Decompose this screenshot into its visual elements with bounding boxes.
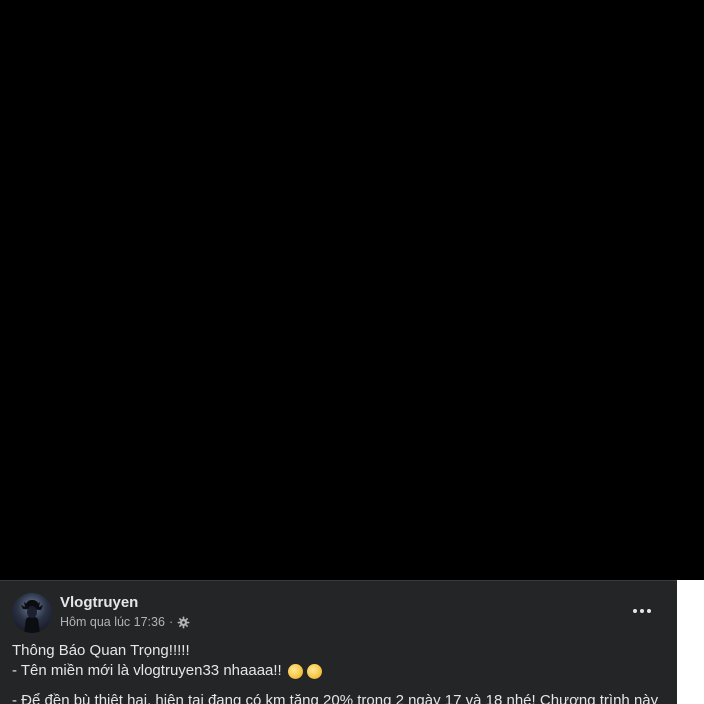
post-card: Vlogtruyen Hôm qua lúc 17:36 · Thông Báo… [0,580,677,704]
avatar[interactable] [12,593,52,633]
more-horizontal-icon-dot [640,609,644,613]
gear-icon[interactable] [177,616,190,629]
more-horizontal-icon [633,609,637,613]
post-meta: Hôm qua lúc 17:36 · [60,615,190,629]
more-options-button[interactable] [626,595,658,627]
more-horizontal-icon-dot [647,609,651,613]
post-line-text: - Để đền bù thiệt hại, hiện tại đang có … [12,692,659,704]
meta-separator: · [168,615,174,629]
post-line-text: - Tên miền mới là vlogtruyen33 nhaaaa!! [12,662,282,679]
post-line-title: Thông Báo Quan Trọng!!!!! [12,641,672,661]
post-line-promo: - Để đền bù thiệt hại, hiện tại đang có … [12,691,672,704]
sun-emoji-icon [306,663,322,679]
page: Vlogtruyen Hôm qua lúc 17:36 · Thông Báo… [0,0,704,704]
page-edge [677,580,704,704]
avatar-figure-icon [21,600,43,633]
author-name[interactable]: Vlogtruyen [60,594,138,611]
video-area[interactable] [0,0,704,580]
post-line-domain: - Tên miền mới là vlogtruyen33 nhaaaa!! [12,661,672,681]
sun-emoji-icon [287,663,303,679]
post-timestamp[interactable]: Hôm qua lúc 17:36 [60,615,165,629]
post-text: Thông Báo Quan Trọng!!!!! - Tên miền mới… [12,641,672,704]
post-line-text: Thông Báo Quan Trọng!!!!! [12,642,190,659]
